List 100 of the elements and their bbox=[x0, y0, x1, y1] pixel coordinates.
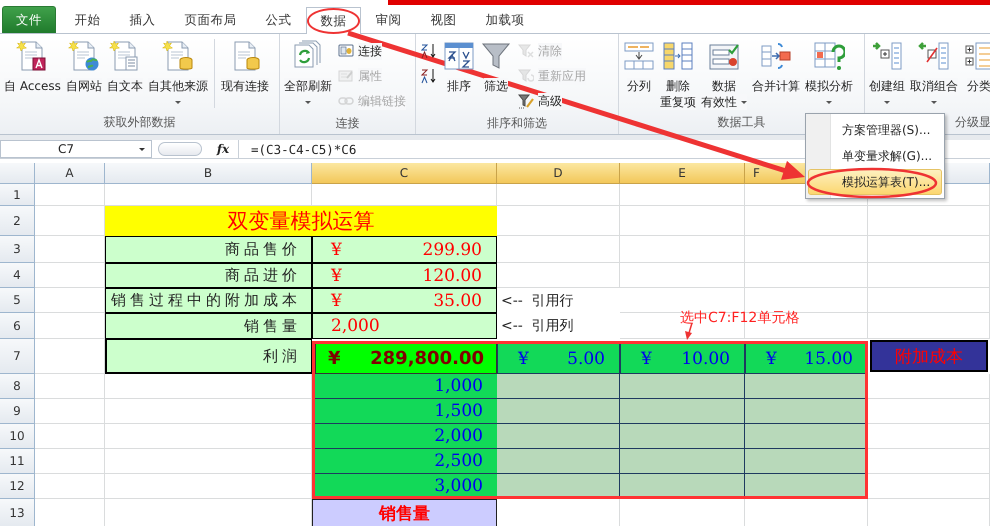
column-header[interactable]: C bbox=[312, 163, 497, 184]
cell-value: 1,000 bbox=[434, 376, 483, 396]
table-cell bbox=[35, 424, 105, 449]
currency-symbol: ¥ bbox=[766, 348, 777, 368]
globe-document-icon bbox=[68, 40, 100, 72]
column-header[interactable]: B bbox=[105, 163, 312, 184]
ribbon-tab[interactable]: 数据 bbox=[306, 7, 361, 34]
consolidate-icon bbox=[760, 40, 792, 72]
database-document-icon bbox=[162, 40, 194, 72]
ribbon-button[interactable]: 自其他来源 bbox=[146, 37, 210, 106]
group-icon bbox=[871, 40, 903, 72]
currency-symbol: ¥ bbox=[331, 240, 342, 260]
row-header[interactable]: 13 bbox=[0, 499, 35, 526]
ribbon-button[interactable]: 全部刷新 bbox=[282, 37, 334, 106]
ribbon-tab[interactable]: 文件 bbox=[2, 6, 56, 33]
annotation-arrow bbox=[685, 322, 693, 340]
subtotal-icon bbox=[963, 40, 990, 72]
input-label: 商品售价 bbox=[105, 236, 312, 263]
row-header[interactable]: 10 bbox=[0, 424, 35, 449]
row-header[interactable]: 1 bbox=[0, 184, 35, 206]
cell-value: 120.00 bbox=[422, 266, 482, 286]
caret-icon bbox=[139, 148, 145, 151]
table-cell bbox=[35, 374, 105, 399]
group-label: 数据工具 bbox=[718, 114, 766, 131]
sheet-title: 双变量模拟运算 bbox=[105, 206, 497, 236]
row-header[interactable]: 6 bbox=[0, 313, 35, 339]
input-label: 销售过程中的附加成本 bbox=[105, 288, 312, 313]
name-box[interactable]: C7 bbox=[0, 140, 152, 158]
properties-icon bbox=[338, 68, 354, 84]
ribbon-button[interactable]: 模拟分析 bbox=[803, 37, 855, 106]
sort-descending-icon bbox=[421, 68, 437, 84]
ribbon-button[interactable]: 自 Access bbox=[2, 37, 63, 96]
access-document-icon bbox=[16, 40, 48, 72]
row-header[interactable]: 11 bbox=[0, 449, 35, 474]
cell-value: 10.00 bbox=[681, 348, 730, 368]
axis-label: 销售量 bbox=[312, 499, 497, 526]
remove-duplicates-icon bbox=[662, 40, 694, 72]
row-header[interactable]: 9 bbox=[0, 399, 35, 424]
menu-item[interactable]: 方案管理器(S)... bbox=[808, 117, 942, 143]
ribbon-button[interactable]: 自网站 bbox=[64, 37, 104, 96]
ribbon-button[interactable]: 排序 bbox=[441, 37, 477, 96]
note-text: <-- 引用行 bbox=[500, 292, 575, 310]
input-label: 销售量 bbox=[105, 313, 312, 339]
advanced-filter-icon bbox=[518, 93, 534, 109]
input-label: 利润 bbox=[105, 339, 312, 374]
row-header[interactable]: 7 bbox=[0, 339, 35, 374]
ribbon-button[interactable]: 分列 bbox=[621, 37, 657, 96]
clear-filter-icon bbox=[518, 43, 534, 59]
column-header[interactable]: D bbox=[497, 163, 620, 184]
splitter-handle[interactable] bbox=[158, 142, 202, 156]
cell-value: 2,500 bbox=[434, 451, 483, 471]
table-cell bbox=[35, 449, 105, 474]
ribbon-button[interactable]: 合并计算 bbox=[750, 37, 802, 96]
axis-label: 附加成本 bbox=[870, 340, 988, 372]
ribbon-button[interactable]: 删除 重复项 bbox=[658, 37, 698, 112]
text-columns-icon bbox=[623, 40, 655, 72]
column-header[interactable]: E bbox=[620, 163, 745, 184]
ribbon-tab[interactable]: 插入 bbox=[115, 6, 170, 33]
cell-value: 3,000 bbox=[434, 476, 483, 496]
row-header[interactable]: 3 bbox=[0, 236, 35, 263]
ribbon-tab[interactable]: 开始 bbox=[60, 6, 115, 33]
cell-value: 289,800.00 bbox=[370, 348, 484, 369]
ribbon-button[interactable]: 取消组合 bbox=[908, 37, 960, 106]
ribbon-tab[interactable]: 加载项 bbox=[471, 6, 539, 33]
cell-value: 35.00 bbox=[433, 290, 482, 310]
currency-symbol: ¥ bbox=[328, 348, 341, 369]
currency-symbol: ¥ bbox=[331, 290, 342, 310]
input-label: 商品进价 bbox=[105, 263, 312, 288]
cell-value: 2,000 bbox=[331, 316, 380, 336]
ribbon-button[interactable]: 创建组 bbox=[867, 37, 907, 106]
row-header[interactable]: 8 bbox=[0, 374, 35, 399]
ribbon-button[interactable]: 数据 有效性 bbox=[699, 37, 749, 112]
table-cell bbox=[35, 399, 105, 424]
ribbon-tab[interactable]: 审阅 bbox=[361, 6, 416, 33]
table-cell bbox=[35, 184, 105, 206]
cell-value: 15.00 bbox=[804, 348, 853, 368]
ribbon-tab[interactable]: 公式 bbox=[251, 6, 306, 33]
reapply-filter-icon bbox=[518, 68, 534, 84]
ribbon-button[interactable]: 现有连接 bbox=[218, 37, 271, 96]
column-header[interactable]: A bbox=[35, 163, 105, 184]
cell-value: 299.90 bbox=[422, 240, 482, 260]
cell-value: 5.00 bbox=[567, 348, 605, 368]
currency-symbol: ¥ bbox=[331, 266, 342, 286]
group-label: 排序和筛选 bbox=[487, 115, 547, 132]
row-header[interactable]: 2 bbox=[0, 206, 35, 236]
cell-value: 1,500 bbox=[434, 401, 483, 421]
ungroup-icon bbox=[918, 40, 950, 72]
ribbon-tab[interactable]: 页面布局 bbox=[170, 6, 251, 33]
ribbon-button[interactable]: 自文本 bbox=[104, 37, 145, 96]
ribbon-tab[interactable]: 视图 bbox=[416, 6, 471, 33]
row-header[interactable]: 12 bbox=[0, 474, 35, 499]
group-label: 获取外部数据 bbox=[104, 114, 176, 131]
cell-value: 2,000 bbox=[434, 426, 483, 446]
sort-ascending-icon bbox=[421, 43, 437, 59]
group-label: 连接 bbox=[336, 115, 360, 132]
row-header[interactable]: 4 bbox=[0, 263, 35, 288]
annotation-text: 选中C7:F12单元格 bbox=[680, 309, 800, 327]
row-header[interactable]: 5 bbox=[0, 288, 35, 313]
function-button[interactable]: fx bbox=[208, 140, 238, 158]
connection-icon bbox=[338, 43, 354, 59]
